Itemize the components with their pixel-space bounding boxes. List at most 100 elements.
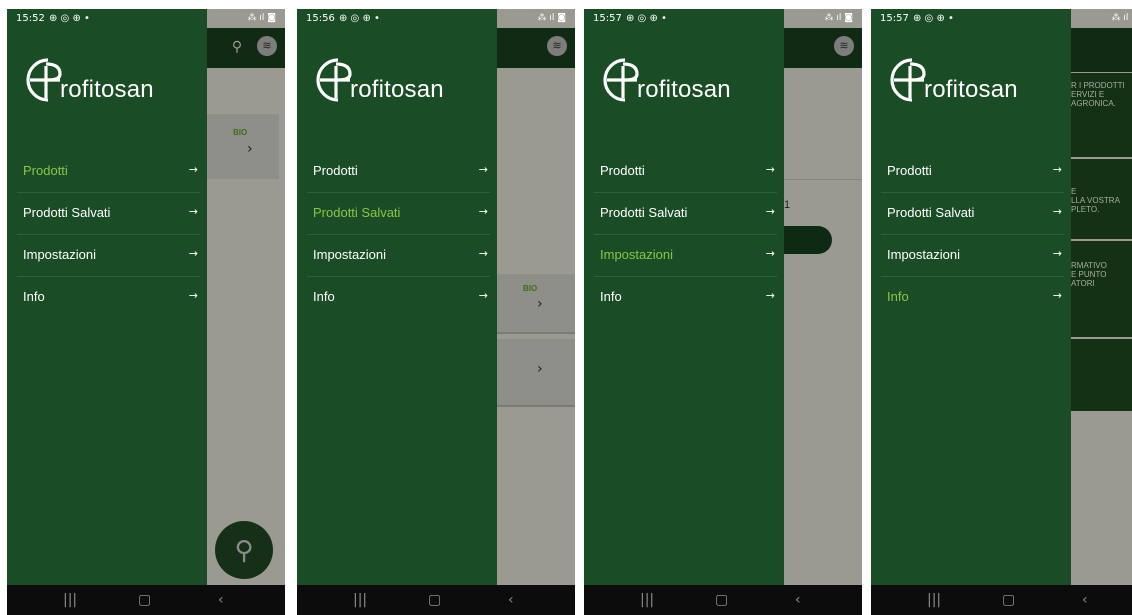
recents-button-icon[interactable]: ||| — [353, 592, 367, 608]
phone-screen-4: 15:57 ⊕ ◎ ⊕ • ⁂ ıl ◙ ≋ R I PRODOTTI ERVI… — [871, 9, 1132, 615]
status-time: 15:57 — [880, 13, 909, 24]
signal-battery-icon: ⁂ ıl ◙ — [824, 13, 853, 23]
signal-battery-icon: ⁂ ıl ◙ — [1111, 13, 1132, 23]
menu-item-prodotti[interactable]: Prodotti → — [17, 151, 200, 193]
phone-screen-3: 15:57 ⊕ ◎ ⊕ • ⁂ ıl ◙ ≋ 1 rofitosan Prodo… — [584, 9, 862, 615]
menu-item-impostazioni[interactable]: Impostazioni → — [17, 235, 200, 277]
info-card[interactable]: E LLA VOSTRA PLETO. ⌄ — [1069, 159, 1132, 239]
signal-battery-icon: ⁂ ıl ◙ — [537, 13, 566, 23]
system-nav-bar: ||| ▢ ‹ — [871, 585, 1132, 615]
wifi-icon[interactable]: ≋ — [257, 36, 277, 56]
signal-battery-icon: ⁂ ıl ◙ — [247, 13, 276, 23]
arrow-right-icon: → — [188, 205, 198, 218]
arrow-right-icon: → — [765, 163, 775, 176]
status-time: 15:52 — [16, 13, 45, 24]
menu-item-prodotti[interactable]: Prodotti → — [881, 151, 1064, 193]
menu-item-prodotti[interactable]: Prodotti → — [594, 151, 777, 193]
drawer-menu: Prodotti → Prodotti Salvati → Impostazioni… — [307, 151, 490, 318]
drawer-menu: Prodotti → Prodotti Salvati → Impostazioni… — [594, 151, 777, 318]
status-bar: 15:52 ⊕ ◎ ⊕ • ⁂ ıl ◙ — [7, 9, 285, 31]
arrow-right-icon: → — [188, 289, 198, 302]
menu-item-impostazioni[interactable]: Impostazioni → — [307, 235, 490, 277]
phone-screen-1: 15:52 ⊕ ◎ ⊕ • ⁂ ıl ◙ ⚲ ≋ BIO › ⚲ rofitos… — [7, 9, 285, 615]
back-button-icon[interactable]: ‹ — [218, 592, 224, 608]
system-nav-bar: ||| ▢ ‹ — [297, 585, 575, 615]
recents-button-icon[interactable]: ||| — [63, 592, 77, 608]
logo-text: rofitosan — [60, 76, 154, 103]
menu-item-prodotti-salvati[interactable]: Prodotti Salvati → — [881, 193, 1064, 235]
navigation-drawer: rofitosan Prodotti → Prodotti Salvati → Im… — [297, 9, 497, 615]
profitosan-logo: rofitosan — [603, 54, 753, 109]
info-card-text: E LLA VOSTRA PLETO. — [1071, 187, 1120, 214]
arrow-right-icon: → — [1052, 247, 1062, 260]
arrow-right-icon: → — [765, 205, 775, 218]
wifi-icon[interactable]: ≋ — [547, 36, 567, 56]
menu-item-info[interactable]: Info → — [594, 277, 777, 318]
chevron-right-icon: › — [537, 361, 543, 377]
info-card[interactable]: RMATIVO E PUNTO ATORI ⌄ — [1069, 241, 1132, 337]
drawer-menu: Prodotti → Prodotti Salvati → Impostazioni… — [881, 151, 1064, 318]
home-button-icon[interactable]: ▢ — [715, 592, 728, 608]
menu-item-prodotti-salvati[interactable]: Prodotti Salvati → — [594, 193, 777, 235]
arrow-right-icon: → — [1052, 289, 1062, 302]
arrow-right-icon: → — [478, 163, 488, 176]
product-card[interactable]: BIO › — [207, 114, 279, 179]
arrow-right-icon: → — [478, 247, 488, 260]
back-button-icon[interactable]: ‹ — [1082, 592, 1088, 608]
home-button-icon[interactable]: ▢ — [1002, 592, 1015, 608]
product-card[interactable]: BIO › — [497, 274, 575, 334]
home-button-icon[interactable]: ▢ — [428, 592, 441, 608]
info-card[interactable]: ⌄ — [1069, 339, 1132, 411]
bio-badge: BIO — [523, 284, 538, 293]
menu-item-prodotti-salvati[interactable]: Prodotti Salvati → — [17, 193, 200, 235]
arrow-right-icon: → — [188, 247, 198, 260]
menu-item-impostazioni[interactable]: Impostazioni → — [881, 235, 1064, 277]
settings-action-button[interactable] — [784, 226, 832, 254]
arrow-right-icon: → — [478, 205, 488, 218]
menu-item-info[interactable]: Info → — [881, 277, 1064, 318]
menu-item-prodotti[interactable]: Prodotti → — [307, 151, 490, 193]
back-button-icon[interactable]: ‹ — [508, 592, 514, 608]
arrow-right-icon: → — [478, 289, 488, 302]
menu-item-impostazioni[interactable]: Impostazioni → — [594, 235, 777, 277]
profitosan-logo: rofitosan — [26, 54, 176, 109]
chevron-right-icon: › — [247, 141, 253, 157]
system-nav-bar: ||| ▢ ‹ — [584, 585, 862, 615]
notification-icons: ⊕ ◎ ⊕ • — [49, 13, 90, 24]
profitosan-logo: rofitosan — [890, 54, 1040, 109]
search-icon[interactable]: ⚲ — [227, 36, 247, 56]
logo-text: rofitosan — [637, 76, 731, 103]
logo-text: rofitosan — [350, 76, 444, 103]
menu-item-prodotti-salvati[interactable]: Prodotti Salvati → — [307, 193, 490, 235]
wifi-icon[interactable]: ≋ — [834, 36, 854, 56]
arrow-right-icon: → — [765, 289, 775, 302]
profitosan-logo: rofitosan — [316, 54, 466, 109]
menu-item-info[interactable]: Info → — [17, 277, 200, 318]
logo-text: rofitosan — [924, 76, 1018, 103]
chevron-right-icon: › — [537, 296, 543, 312]
product-card[interactable]: › — [497, 339, 575, 407]
status-time: 15:57 — [593, 13, 622, 24]
navigation-drawer: rofitosan Prodotti → Prodotti Salvati → Im… — [584, 9, 784, 615]
info-card-text: R I PRODOTTI ERVIZI E AGRONICA. — [1071, 81, 1125, 108]
info-card[interactable]: R I PRODOTTI ERVIZI E AGRONICA. ⌄ — [1069, 73, 1132, 157]
menu-item-info[interactable]: Info → — [307, 277, 490, 318]
status-time: 15:56 — [306, 13, 335, 24]
bio-badge: BIO — [233, 128, 248, 137]
arrow-right-icon: → — [1052, 163, 1062, 176]
navigation-drawer: rofitosan Prodotti → Prodotti Salvati → Im… — [7, 9, 207, 615]
home-button-icon[interactable]: ▢ — [138, 592, 151, 608]
system-nav-bar: ||| ▢ ‹ — [7, 585, 285, 615]
status-bar: 15:57 ⊕ ◎ ⊕ • ⁂ ıl ◙ — [871, 9, 1132, 31]
info-card-text: RMATIVO E PUNTO ATORI — [1071, 261, 1107, 288]
notification-icons: ⊕ ◎ ⊕ • — [339, 13, 380, 24]
notification-icons: ⊕ ◎ ⊕ • — [913, 13, 954, 24]
recents-button-icon[interactable]: ||| — [640, 592, 654, 608]
search-fab-button[interactable]: ⚲ — [215, 521, 273, 579]
back-button-icon[interactable]: ‹ — [795, 592, 801, 608]
drawer-menu: Prodotti → Prodotti Salvati → Impostazioni… — [17, 151, 200, 318]
settings-text-fragment: 1 — [784, 199, 791, 211]
arrow-right-icon: → — [765, 247, 775, 260]
status-bar: 15:57 ⊕ ◎ ⊕ • ⁂ ıl ◙ — [584, 9, 862, 31]
recents-button-icon[interactable]: ||| — [927, 592, 941, 608]
